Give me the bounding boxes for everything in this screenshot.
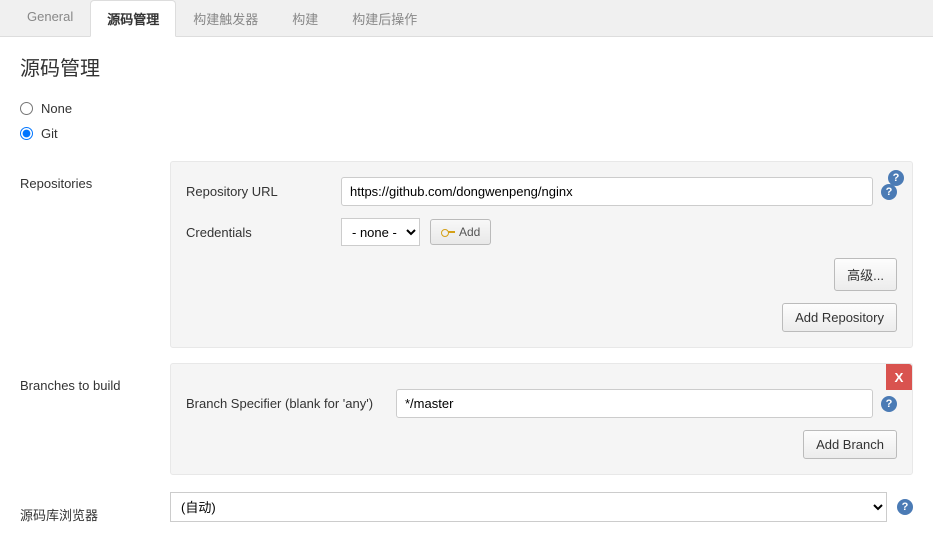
tab-build[interactable]: 构建 (275, 0, 335, 36)
scm-radio-group: None Git (20, 101, 913, 141)
tab-general[interactable]: General (10, 0, 90, 36)
branches-label: Branches to build (20, 363, 170, 475)
repositories-panel: ? Repository URL ? Credentials - none - … (170, 161, 913, 348)
key-icon (441, 228, 455, 236)
repositories-label: Repositories (20, 161, 170, 348)
section-title: 源码管理 (20, 52, 913, 81)
tab-postbuild[interactable]: 构建后操作 (335, 0, 434, 36)
content-area: 源码管理 None Git Repositories ? Repository … (0, 37, 933, 539)
branch-specifier-input[interactable] (396, 389, 873, 418)
radio-none-label: None (41, 101, 72, 116)
repo-url-label: Repository URL (186, 184, 341, 199)
repositories-section: Repositories ? Repository URL ? Credenti… (20, 161, 913, 348)
radio-git-label: Git (41, 126, 58, 141)
branches-section: Branches to build X Branch Specifier (bl… (20, 363, 913, 475)
radio-git[interactable] (20, 127, 33, 140)
repo-browser-section: 源码库浏览器 (自动) ? (20, 490, 913, 524)
repo-browser-select[interactable]: (自动) (170, 492, 887, 522)
help-icon[interactable]: ? (897, 499, 913, 515)
repo-browser-label: 源码库浏览器 (20, 490, 170, 524)
help-icon[interactable]: ? (881, 184, 897, 200)
repo-url-input[interactable] (341, 177, 873, 206)
radio-none[interactable] (20, 102, 33, 115)
add-credentials-label: Add (459, 225, 480, 239)
tab-scm[interactable]: 源码管理 (90, 0, 176, 37)
branches-panel: X Branch Specifier (blank for 'any') ? A… (170, 363, 913, 475)
credentials-label: Credentials (186, 225, 341, 240)
delete-branch-button[interactable]: X (886, 364, 912, 390)
tab-bar: General 源码管理 构建触发器 构建 构建后操作 (0, 0, 933, 37)
advanced-button[interactable]: 高级... (834, 258, 897, 291)
credentials-select[interactable]: - none - (341, 218, 420, 246)
branch-specifier-label: Branch Specifier (blank for 'any') (186, 396, 396, 411)
tab-triggers[interactable]: 构建触发器 (176, 0, 275, 36)
help-icon[interactable]: ? (881, 396, 897, 412)
add-repository-button[interactable]: Add Repository (782, 303, 897, 332)
add-branch-button[interactable]: Add Branch (803, 430, 897, 459)
add-credentials-button[interactable]: Add (430, 219, 491, 245)
